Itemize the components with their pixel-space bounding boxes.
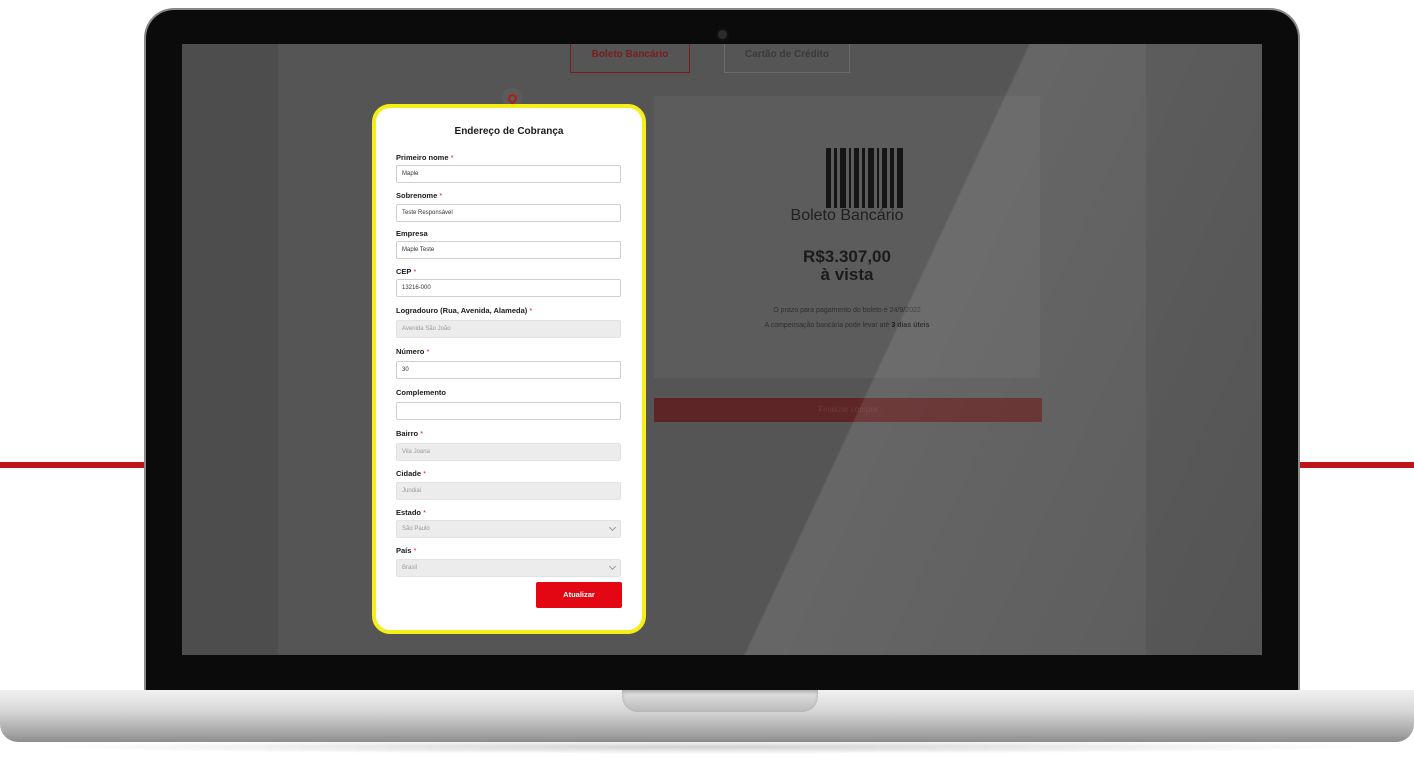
- location-pin-icon: [505, 91, 519, 105]
- laptop-shadow: [30, 740, 1384, 754]
- state-select[interactable]: São Paulo: [396, 520, 621, 538]
- number-label: Número *: [396, 347, 430, 356]
- company-label: Empresa: [396, 229, 428, 238]
- district-label: Bairro *: [396, 429, 424, 438]
- red-divider-right: [1300, 462, 1414, 468]
- company-field[interactable]: Maple Teste: [396, 241, 621, 259]
- tab-credit-card[interactable]: Cartão de Crédito: [724, 44, 850, 73]
- laptop-screen: Boleto Bancário Cartão de Crédito Boleto…: [182, 44, 1262, 655]
- last-name-label: Sobrenome *: [396, 191, 443, 200]
- city-field[interactable]: Jundiaí: [396, 482, 621, 500]
- chevron-down-icon: [608, 562, 617, 571]
- cep-field[interactable]: 13216-000: [396, 279, 621, 297]
- laptop-opening-notch: [622, 690, 818, 712]
- street-field[interactable]: Avenida São João: [396, 320, 621, 338]
- last-name-field[interactable]: Teste Responsável: [396, 204, 621, 222]
- payment-amount: R$3.307,00 à vista: [654, 248, 1040, 284]
- compensation-days: 3 dias úteis: [891, 322, 930, 329]
- compensation-prefix: A compensação bancária pode levar até: [764, 322, 892, 329]
- number-field[interactable]: 30: [396, 361, 621, 379]
- cep-label: CEP *: [396, 267, 417, 276]
- finalize-purchase-button[interactable]: Finalizar compra: [654, 398, 1042, 422]
- state-label: Estado *: [396, 508, 427, 517]
- country-select[interactable]: Brasil: [396, 559, 621, 577]
- payment-condition: à vista: [820, 265, 874, 284]
- amount-value: R$3.307,00: [803, 247, 891, 266]
- compensation-note: A compensação bancária pode levar até 3 …: [654, 318, 1040, 333]
- state-select-value: São Paulo: [402, 526, 430, 532]
- city-label: Cidade *: [396, 469, 427, 478]
- street-label: Logradouro (Rua, Avenida, Alameda) *: [396, 306, 533, 315]
- tab-boleto[interactable]: Boleto Bancário: [570, 44, 690, 73]
- complement-field[interactable]: [396, 402, 621, 420]
- first-name-field[interactable]: Maple: [396, 165, 621, 183]
- payment-note: O prazo para pagamento do boleto é 24/9/…: [654, 303, 1040, 333]
- district-field[interactable]: Vila Joana: [396, 443, 621, 461]
- payment-method-title: Boleto Bancário: [790, 207, 904, 224]
- payment-deadline: O prazo para pagamento do boleto é 24/9/…: [773, 307, 921, 314]
- country-select-value: Brasil: [402, 565, 418, 571]
- modal-title: Endereço de Cobrança: [454, 126, 564, 137]
- billing-address-modal: Endereço de Cobrança Primeiro nome * Map…: [372, 104, 646, 634]
- update-button[interactable]: Atualizar: [536, 582, 622, 608]
- chevron-down-icon: [608, 523, 617, 532]
- country-label: País *: [396, 546, 417, 555]
- payment-summary-card: Boleto Bancário R$3.307,00 à vista O pra…: [654, 96, 1040, 378]
- first-name-label: Primeiro nome *: [396, 153, 454, 162]
- barcode-icon: [826, 148, 910, 208]
- complement-label: Complemento: [396, 388, 447, 397]
- webcam-icon: [718, 30, 727, 39]
- red-divider-left: [0, 462, 150, 468]
